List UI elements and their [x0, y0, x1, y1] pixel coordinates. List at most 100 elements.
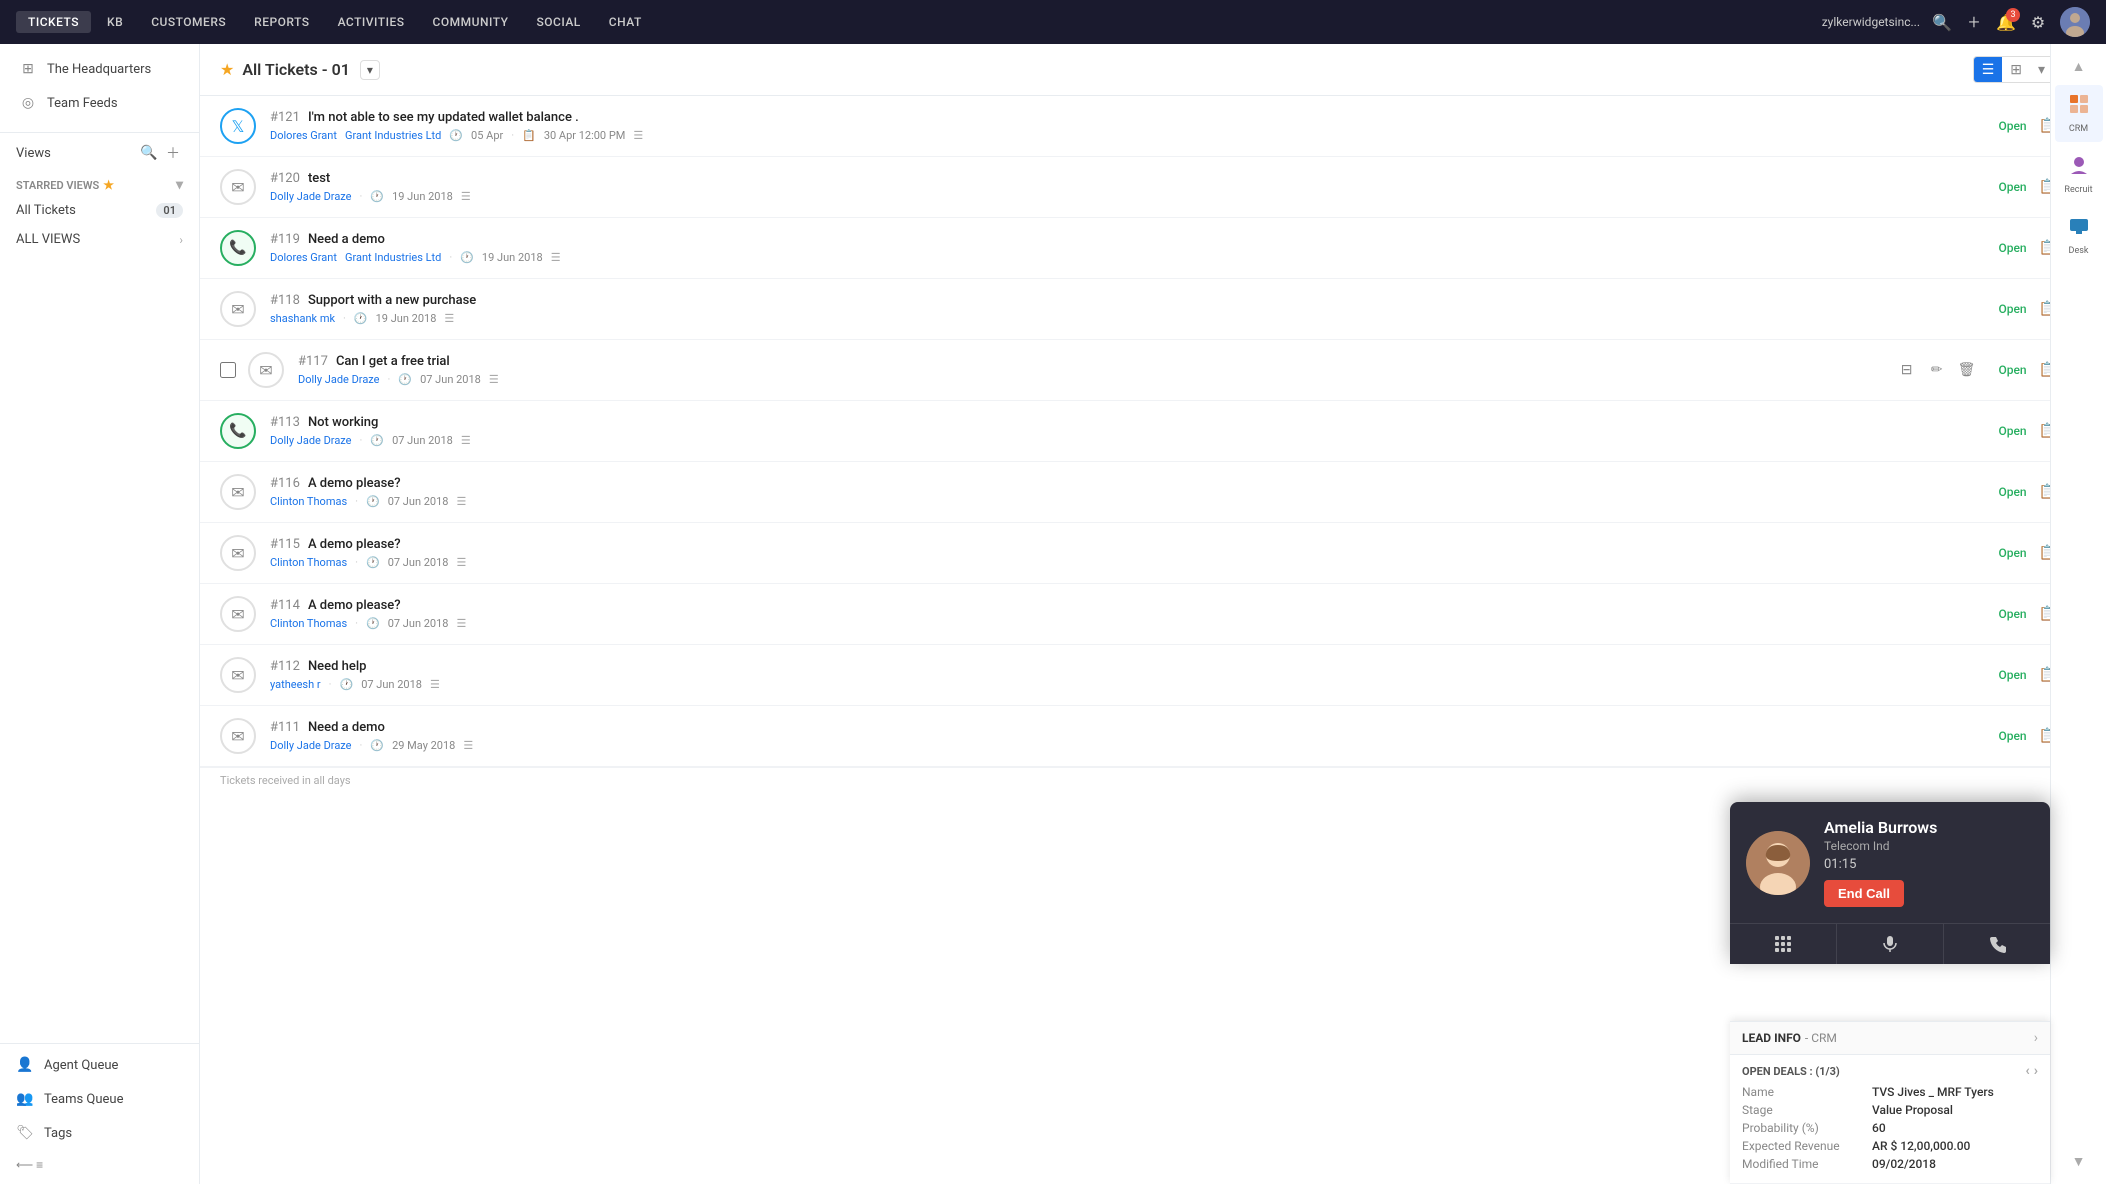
- rp-item-crm[interactable]: CRM: [2055, 85, 2103, 142]
- table-row[interactable]: 📞 #119 Need a demo Dolores Grant Grant I…: [200, 218, 2106, 279]
- caller-company: Telecom Ind: [1824, 839, 2034, 853]
- ticket-status: Open: [1987, 729, 2027, 743]
- table-row[interactable]: ✉ #112 Need help yatheesh r · 🕐 07 Jun 2…: [200, 645, 2106, 706]
- sidebar-top: ⊞ The Headquarters ◎ Team Feeds: [0, 44, 199, 128]
- star-button[interactable]: ★: [220, 60, 234, 79]
- ticket-contact[interactable]: Dolores Grant: [270, 251, 337, 264]
- ticket-subject-line: #117 Can I get a free trial: [298, 354, 1895, 369]
- ticket-subject-line: #118 Support with a new purchase: [270, 293, 1987, 308]
- ticket-contact[interactable]: Dolly Jade Draze: [270, 434, 352, 447]
- table-row[interactable]: ✉ #117 Can I get a free trial Dolly Jade…: [200, 340, 2106, 401]
- all-tickets-view-row[interactable]: All Tickets 01: [0, 197, 199, 224]
- list-icon: ☰: [456, 617, 466, 630]
- ticket-contact[interactable]: yatheesh r: [270, 678, 321, 691]
- sidebar-item-teamfeeds[interactable]: ◎ Team Feeds: [0, 86, 199, 120]
- ticket-contact[interactable]: Clinton Thomas: [270, 495, 347, 508]
- sidebar: ⊞ The Headquarters ◎ Team Feeds Views 🔍 …: [0, 44, 200, 1184]
- assign-icon[interactable]: ⊟: [1895, 358, 1919, 382]
- tags-label: Tags: [44, 1126, 72, 1141]
- list-icon: ☰: [633, 129, 643, 142]
- nav-social[interactable]: SOCIAL: [524, 11, 592, 33]
- ticket-number: #119: [270, 232, 300, 247]
- search-icon[interactable]: 🔍: [1932, 12, 1952, 32]
- add-button[interactable]: +: [1964, 12, 1984, 32]
- crm-prev-btn[interactable]: ‹: [2025, 1063, 2029, 1079]
- ticket-contact[interactable]: Dolores Grant: [270, 129, 337, 142]
- settings-icon[interactable]: ⚙: [2028, 12, 2048, 32]
- nav-tickets[interactable]: TICKETS: [16, 11, 91, 33]
- ticket-contact[interactable]: Clinton Thomas: [270, 556, 347, 569]
- recruit-icon: [2068, 154, 2090, 181]
- ticket-company[interactable]: Grant Industries Ltd: [345, 251, 441, 264]
- crm-row-stage: Stage Value Proposal: [1742, 1103, 2038, 1117]
- ticket-status: Open: [1987, 241, 2027, 255]
- clock-icon: 🕐: [370, 434, 384, 447]
- ticket-date2: 30 Apr 12:00 PM: [544, 129, 626, 142]
- table-row[interactable]: ✉ #115 A demo please? Clinton Thomas · 🕐…: [200, 523, 2106, 584]
- right-panel: ▲ CRM Recruit Desk ▼: [2050, 44, 2106, 1184]
- crm-row-name: Name TVS Jives _ MRF Tyers: [1742, 1085, 2038, 1099]
- table-row[interactable]: 𝕏 #121 I'm not able to see my updated wa…: [200, 96, 2106, 157]
- end-call-button[interactable]: End Call: [1824, 880, 1904, 907]
- sidebar-item-teamsqueue[interactable]: 👥 Teams Queue: [0, 1082, 199, 1116]
- ticket-contact[interactable]: Dolly Jade Draze: [298, 373, 380, 386]
- notifications-icon[interactable]: 🔔 3: [1996, 12, 2016, 32]
- ticket-checkbox[interactable]: [220, 362, 236, 378]
- crm-expand-btn[interactable]: ›: [2034, 1030, 2038, 1046]
- nav-chat[interactable]: CHAT: [597, 11, 654, 33]
- panel-expand-down[interactable]: ▼: [2066, 1147, 2092, 1176]
- mute-button[interactable]: [1837, 924, 1944, 964]
- list-icon: ☰: [456, 495, 466, 508]
- crm-panel-title: LEAD INFO: [1742, 1031, 1801, 1045]
- list-view-btn[interactable]: ☰: [1974, 57, 2003, 82]
- views-add-btn[interactable]: ＋: [163, 143, 183, 163]
- source-icon-call: 📞: [220, 413, 256, 449]
- ticket-contact[interactable]: shashank mk: [270, 312, 335, 325]
- rp-item-desk[interactable]: Desk: [2055, 207, 2103, 264]
- nav-activities[interactable]: ACTIVITIES: [326, 11, 417, 33]
- sidebar-collapse-btn[interactable]: ⟵ ≡: [0, 1150, 199, 1180]
- panel-collapse-up[interactable]: ▲: [2066, 52, 2092, 81]
- phone-button[interactable]: [1944, 924, 2050, 964]
- tickets-dropdown-btn[interactable]: ▾: [360, 60, 380, 80]
- nav-community[interactable]: COMMUNITY: [421, 11, 521, 33]
- starred-collapse-icon[interactable]: ▾: [176, 177, 183, 193]
- source-icon-email: ✉: [248, 352, 284, 388]
- table-row[interactable]: ✉ #118 Support with a new purchase shash…: [200, 279, 2106, 340]
- table-row[interactable]: 📞 #113 Not working Dolly Jade Draze · 🕐 …: [200, 401, 2106, 462]
- grid-view-btn[interactable]: ⊞: [2002, 57, 2030, 82]
- ticket-subject-line: #116 A demo please?: [270, 476, 1987, 491]
- nav-reports[interactable]: REPORTS: [242, 11, 321, 33]
- crm-value-stage: Value Proposal: [1872, 1103, 1953, 1117]
- keypad-button[interactable]: [1730, 924, 1837, 964]
- ticket-number: #121: [270, 110, 300, 125]
- ticket-info: #114 A demo please? Clinton Thomas · 🕐 0…: [270, 598, 1987, 630]
- crm-next-btn[interactable]: ›: [2034, 1063, 2038, 1079]
- ticket-meta: Clinton Thomas · 🕐 07 Jun 2018 ☰: [270, 556, 1987, 569]
- ticket-contact[interactable]: Dolly Jade Draze: [270, 190, 352, 203]
- meta-separator: ·: [360, 434, 363, 447]
- table-row[interactable]: ✉ #111 Need a demo Dolly Jade Draze · 🕐 …: [200, 706, 2106, 767]
- sidebar-item-headquarters[interactable]: ⊞ The Headquarters: [0, 52, 199, 86]
- caller-avatar: [1746, 831, 1810, 895]
- crm-open-deals-title: OPEN DEALS : (1/3) ‹ ›: [1742, 1063, 2038, 1079]
- table-row[interactable]: ✉ #120 test Dolly Jade Draze · 🕐 19 Jun …: [200, 157, 2106, 218]
- nav-customers[interactable]: CUSTOMERS: [139, 11, 238, 33]
- ticket-company[interactable]: Grant Industries Ltd: [345, 129, 441, 142]
- ticket-contact[interactable]: Dolly Jade Draze: [270, 739, 352, 752]
- clock-icon: 🕐: [370, 190, 384, 203]
- all-views-row[interactable]: ALL VIEWS ›: [0, 228, 199, 251]
- table-row[interactable]: ✉ #116 A demo please? Clinton Thomas · 🕐…: [200, 462, 2106, 523]
- source-icon-twitter: 𝕏: [220, 108, 256, 144]
- table-row[interactable]: ✉ #114 A demo please? Clinton Thomas · 🕐…: [200, 584, 2106, 645]
- ticket-contact[interactable]: Clinton Thomas: [270, 617, 347, 630]
- nav-kb[interactable]: KB: [95, 11, 135, 33]
- sidebar-item-tags[interactable]: 🏷 Tags: [0, 1116, 199, 1150]
- ticket-date1: 19 Jun 2018: [392, 190, 453, 203]
- rp-item-recruit[interactable]: Recruit: [2055, 146, 2103, 203]
- user-avatar[interactable]: [2060, 7, 2090, 37]
- views-search-btn[interactable]: 🔍: [139, 143, 159, 163]
- sidebar-item-agentqueue[interactable]: 👤 Agent Queue: [0, 1048, 199, 1082]
- edit-icon[interactable]: ✏: [1925, 358, 1949, 382]
- delete-icon[interactable]: 🗑: [1955, 358, 1979, 382]
